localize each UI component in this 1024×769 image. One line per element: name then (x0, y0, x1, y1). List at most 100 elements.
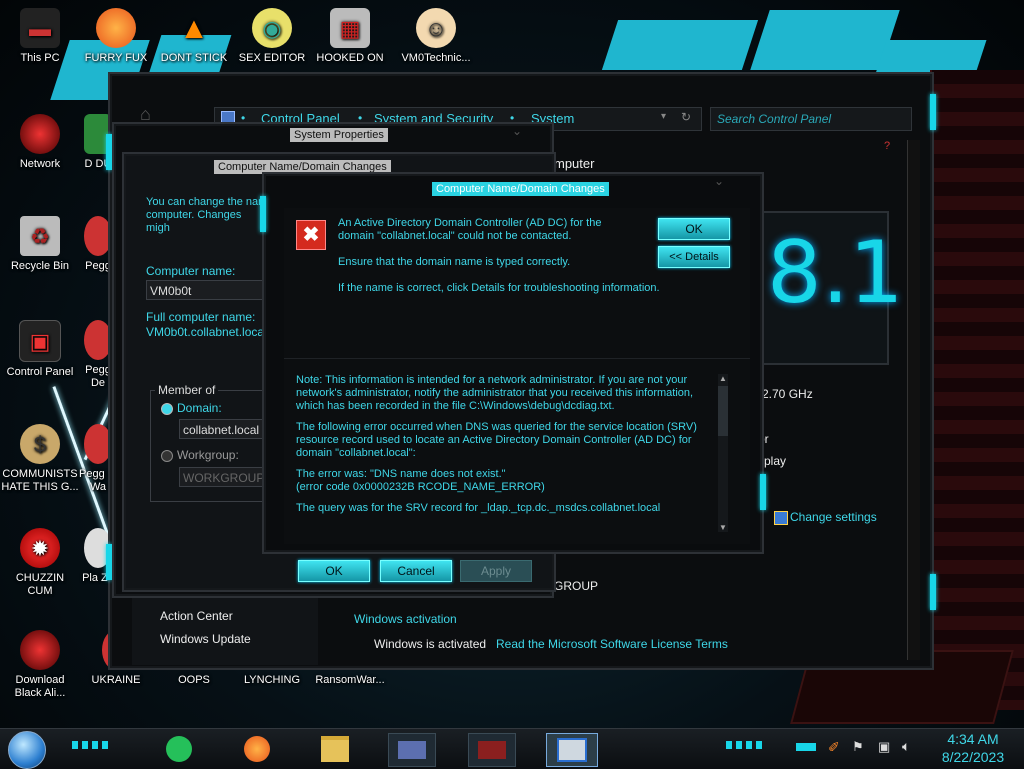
action-center-flag-icon[interactable]: ⚑ (852, 739, 864, 755)
error-dialog-body: ✖ An Active Directory Domain Controller … (284, 208, 750, 544)
license-terms-link[interactable]: Read the Microsoft Software License Term… (496, 637, 728, 651)
desktop-icon-label: CHUZZIN CUM (15, 572, 65, 597)
back-arrow-icon[interactable]: ⌂ (140, 104, 180, 124)
firefox-icon (244, 736, 270, 762)
windows-update-link[interactable]: Windows Update (160, 632, 251, 646)
taskbar-clock[interactable]: 4:34 AM 8/22/2023 (930, 730, 1016, 766)
error-ok-button[interactable]: OK (658, 218, 730, 240)
desktop-icon-label: Network (19, 158, 61, 170)
cartoon-face-icon: ◉ (252, 8, 292, 48)
computer-name-label: Computer name: (146, 264, 236, 278)
desktop-icon-this-pc[interactable]: ▬ This PC (2, 8, 78, 65)
control-panel-icon (478, 741, 506, 759)
taskbar-notes-app[interactable] (162, 733, 196, 765)
workgroup-label: Workgroup: (177, 448, 239, 462)
network-orb-icon (20, 114, 60, 154)
shield-settings-icon (774, 511, 788, 525)
desktop-icon-chuzzin[interactable]: ✹ CHUZZIN CUM (2, 528, 78, 598)
system-heading-fragment: mputer (554, 156, 595, 171)
error-hint: Ensure that the domain name is typed cor… (338, 256, 571, 268)
scrollbar-thumb[interactable] (718, 386, 728, 436)
details-scrollbar[interactable]: ▲ ▼ (718, 374, 728, 532)
apply-button[interactable]: Apply (460, 560, 532, 582)
error-dialog-title: Computer Name/Domain Changes (432, 182, 609, 196)
error-dialog: Computer Name/Domain Changes ⌄ ✖ An Acti… (260, 172, 766, 554)
desktop-icon-dont-stick[interactable]: ▲ DONT STICK (156, 8, 232, 65)
cancel-button[interactable]: Cancel (380, 560, 452, 582)
details-error-description: The following error occurred when DNS wa… (296, 421, 697, 459)
chuzzle-icon: ✹ (20, 528, 60, 568)
activation-status: Windows is activated (374, 637, 487, 651)
frame-accent (760, 474, 766, 510)
taskbar-system-properties[interactable] (388, 733, 436, 767)
taskbar-firefox[interactable] (240, 733, 274, 765)
ok-button[interactable]: OK (298, 560, 370, 582)
refresh-icon[interactable]: ↻ (681, 110, 691, 124)
desktop-icon-download-black-ali[interactable]: Download Black Ali... (2, 630, 78, 700)
monitor-icon (557, 738, 587, 762)
desktop-icon-label: Pegg (85, 260, 111, 272)
details-error-code: The error was: "DNS name does not exist.… (296, 468, 545, 493)
desktop-icon-label: DONT STICK (160, 52, 228, 64)
details-text-area: Note: This information is intended for a… (296, 374, 716, 536)
help-icon[interactable]: ? (884, 140, 890, 152)
volume-icon[interactable]: 🔈︎ (902, 738, 910, 755)
taskbar: ✐ ⚑ ▣ 🔈︎ 4:34 AM 8/22/2023 (0, 728, 1024, 769)
workgroup-radio[interactable] (161, 450, 173, 462)
computer-name-input[interactable]: VM0b0t (146, 280, 270, 300)
taskbar-accent (726, 741, 766, 749)
domain-radio[interactable] (161, 403, 173, 415)
scroll-up-icon[interactable]: ▲ (718, 374, 728, 383)
taskbar-control-panel[interactable] (468, 733, 516, 767)
taskbar-file-explorer[interactable] (318, 733, 352, 765)
member-of-group: Member of Domain: collabnet.local Workgr… (150, 383, 272, 502)
desktop-icon-communists[interactable]: $ COMMUNISTS HATE THIS G... (0, 424, 80, 494)
network-icon[interactable]: ▣ (878, 739, 890, 755)
workgroup-fragment: GROUP (554, 579, 599, 593)
desktop-icon-label: FURRY FUX (84, 52, 148, 64)
workgroup-input[interactable]: WORKGROUP (179, 467, 271, 487)
recycle-bin-icon: ♻ (20, 216, 60, 256)
change-settings-link[interactable]: Change settings (790, 510, 877, 524)
search-box[interactable]: Search Control Panel (710, 107, 912, 131)
desktop-icon-hooked-on[interactable]: ▦ HOOKED ON (312, 8, 388, 65)
desktop-icon-sex-editor[interactable]: ◉ SEX EDITOR (234, 8, 310, 65)
desktop-icon-control-panel[interactable]: ▣ Control Panel (2, 320, 78, 379)
intro-text: You can change the nar computer. Changes… (146, 196, 262, 234)
error-details-hint: If the name is correct, click Details fo… (338, 282, 660, 294)
desktop-icon-vm0technic[interactable]: ☺ VM0Technic... (398, 8, 474, 65)
taskbar-computer-name-dialog[interactable] (546, 733, 598, 767)
wallpaper-red-gauges (930, 70, 1024, 710)
notification-app-icon[interactable]: ✐ (828, 739, 840, 756)
windows-activation-heading: Windows activation (354, 612, 457, 626)
folder-icon (321, 736, 349, 762)
domain-input[interactable]: collabnet.local (179, 419, 271, 439)
chevron-down-icon[interactable]: ▾ (661, 111, 666, 122)
details-toggle-button[interactable]: << Details (658, 246, 730, 268)
full-computer-name-value: VM0b0t.collabnet.local (146, 325, 267, 339)
desktop-icon-label: Download Black Ali... (14, 674, 66, 699)
divider (284, 358, 750, 359)
desktop-icon-label: Recycle Bin (10, 260, 70, 272)
desktop-icon-recycle-bin[interactable]: ♻ Recycle Bin (2, 216, 78, 273)
desktop-icon-label: UKRAINE (91, 674, 141, 686)
desktop-icon-label: COMMUNISTS HATE THIS G... (1, 468, 79, 493)
clock-date: 8/22/2023 (941, 749, 1005, 765)
desktop-icon-network[interactable]: Network (2, 114, 78, 171)
member-of-label: Member of (155, 383, 219, 397)
computer-icon: ▬ (20, 8, 60, 48)
desktop-icon-label: RansomWar... (315, 674, 385, 686)
start-orb-icon[interactable] (8, 731, 46, 769)
window-scrollbar[interactable] (907, 140, 920, 660)
see-also-pane: Action Center Windows Update (132, 594, 318, 665)
pixel-art-icon: ▦ (330, 8, 370, 48)
details-query: The query was for the SRV record for _ld… (296, 502, 661, 514)
action-center-link[interactable]: Action Center (160, 609, 233, 623)
processor-speed: 2.70 GHz (762, 387, 813, 401)
desktop-icon-furry-fux[interactable]: FURRY FUX (78, 8, 154, 65)
money-bag-icon: $ (20, 424, 60, 464)
full-computer-name-label: Full computer name: (146, 310, 256, 324)
close-icon[interactable]: ⌄ (512, 124, 522, 138)
scroll-down-icon[interactable]: ▼ (718, 523, 728, 532)
close-icon[interactable]: ⌄ (714, 174, 724, 188)
